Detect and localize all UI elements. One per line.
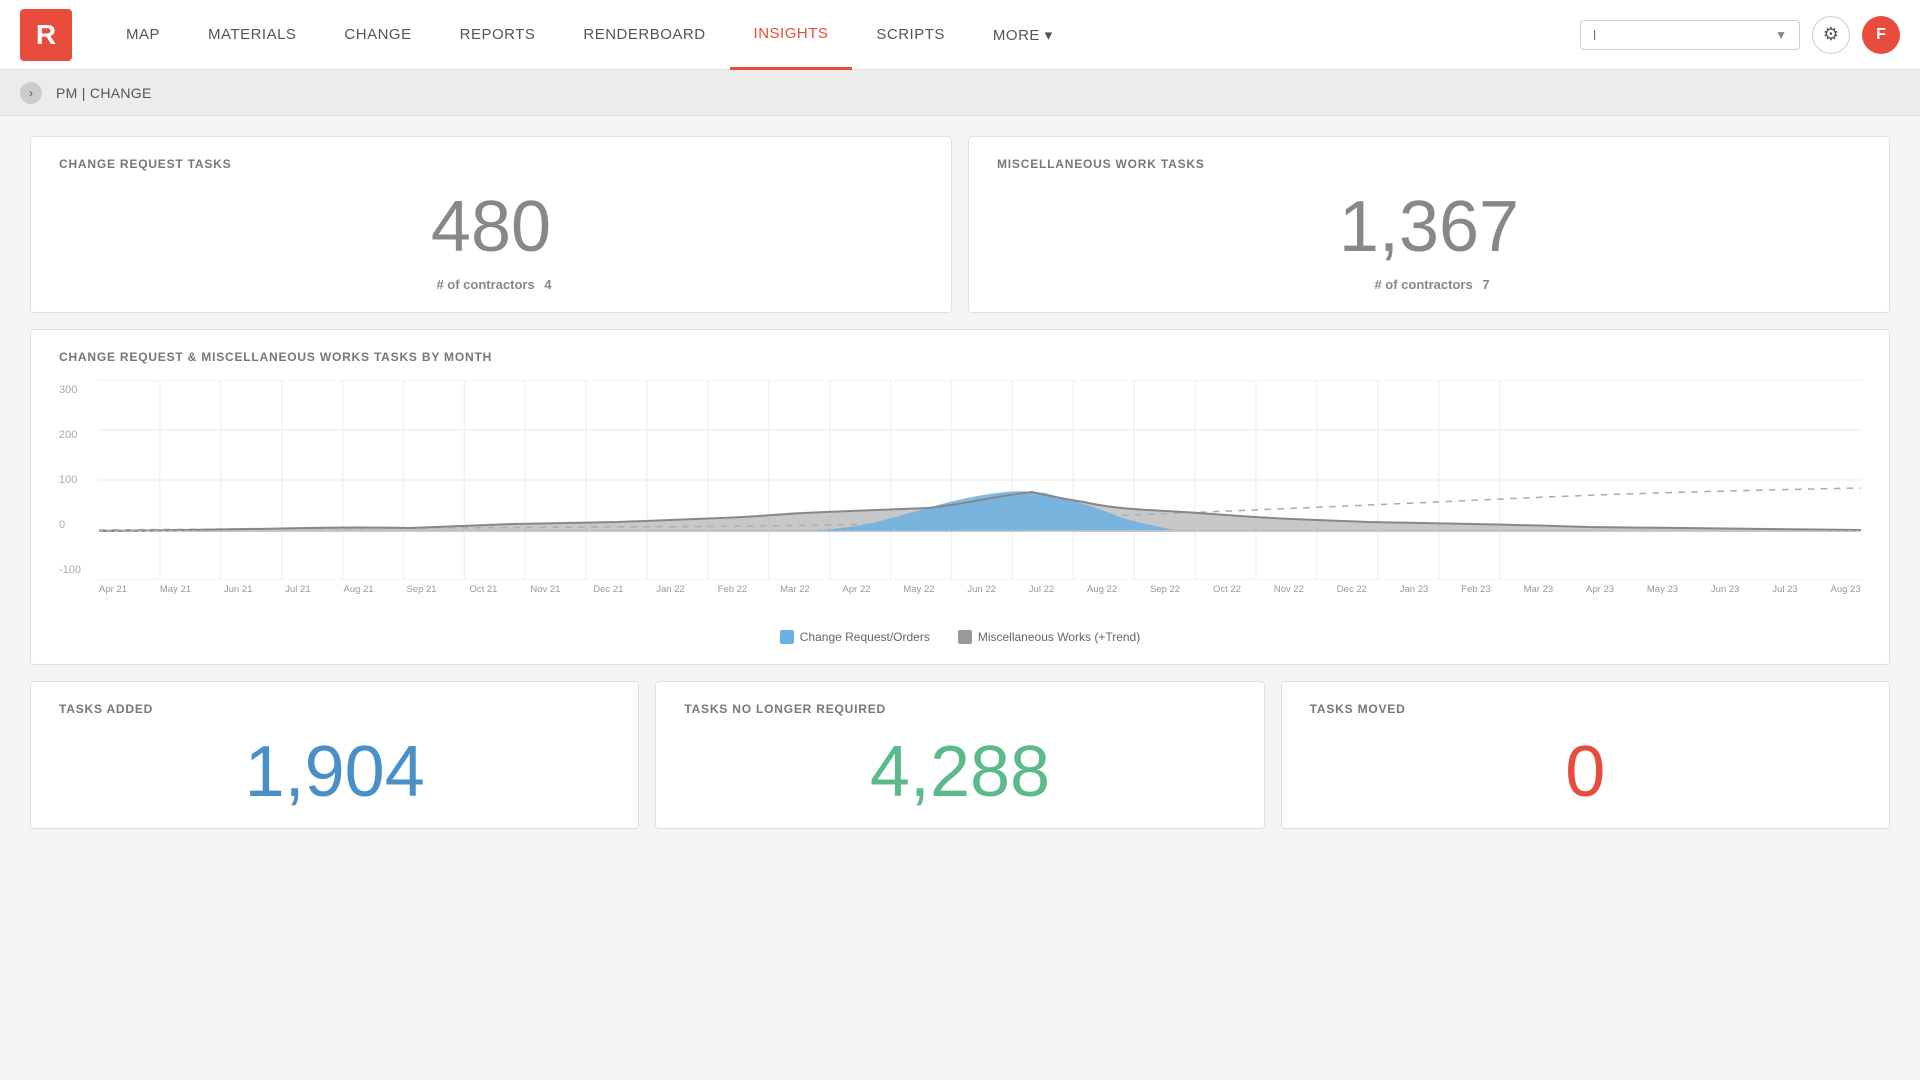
- y-label-100: 100: [59, 474, 99, 486]
- avatar[interactable]: F: [1862, 16, 1900, 54]
- misc-work-number: 1,367: [997, 191, 1861, 263]
- chart-card: CHANGE REQUEST & MISCELLANEOUS WORKS TAS…: [30, 329, 1890, 665]
- x-label-aug22: Aug 22: [1087, 584, 1117, 595]
- tasks-no-longer-title: TASKS NO LONGER REQUIRED: [684, 702, 1235, 716]
- x-label-feb23: Feb 23: [1461, 584, 1491, 595]
- x-label-may22: May 22: [903, 584, 934, 595]
- logo-letter: R: [36, 19, 56, 51]
- x-label-jan23: Jan 23: [1400, 584, 1429, 595]
- x-label-dec21: Dec 21: [593, 584, 623, 595]
- legend-misc-works: Miscellaneous Works (+Trend): [958, 630, 1140, 644]
- navigation: R MAP MATERIALS CHANGE REPORTS RENDERBOA…: [0, 0, 1920, 70]
- change-request-title: CHANGE REQUEST TASKS: [59, 157, 923, 171]
- breadcrumb-bar: › PM | CHANGE: [0, 70, 1920, 116]
- chart-title: CHANGE REQUEST & MISCELLANEOUS WORKS TAS…: [59, 350, 1861, 364]
- tasks-no-longer-number: 4,288: [684, 736, 1235, 808]
- x-label-may23: May 23: [1647, 584, 1678, 595]
- misc-work-sub: # of contractors 7: [997, 277, 1861, 292]
- misc-work-tasks-card: MISCELLANEOUS WORK TASKS 1,367 # of cont…: [968, 136, 1890, 313]
- tasks-added-card: TASKS ADDED 1,904: [30, 681, 639, 829]
- nav-more[interactable]: MORE ▾: [969, 0, 1077, 70]
- nav-renderboard[interactable]: RENDERBOARD: [559, 0, 729, 70]
- chart-legend: Change Request/Orders Miscellaneous Work…: [59, 630, 1861, 644]
- nav-items: MAP MATERIALS CHANGE REPORTS RENDERBOARD…: [102, 0, 1580, 70]
- x-label-dec22: Dec 22: [1337, 584, 1367, 595]
- legend-misc-works-label: Miscellaneous Works (+Trend): [978, 630, 1140, 644]
- x-label-mar23: Mar 23: [1524, 584, 1554, 595]
- x-label-jun23: Jun 23: [1711, 584, 1740, 595]
- nav-map[interactable]: MAP: [102, 0, 184, 70]
- x-label-nov21: Nov 21: [530, 584, 560, 595]
- x-label-nov22: Nov 22: [1274, 584, 1304, 595]
- search-box[interactable]: ▼: [1580, 20, 1800, 50]
- tasks-no-longer-card: TASKS NO LONGER REQUIRED 4,288: [655, 681, 1264, 829]
- x-label-oct21: Oct 21: [469, 584, 497, 595]
- nav-scripts[interactable]: SCRIPTS: [852, 0, 969, 70]
- y-label-0: 0: [59, 519, 99, 531]
- x-label-sep21: Sep 21: [406, 584, 436, 595]
- x-label-aug23: Aug 23: [1831, 584, 1861, 595]
- search-dropdown-icon[interactable]: ▼: [1775, 28, 1787, 42]
- legend-change-request-label: Change Request/Orders: [800, 630, 930, 644]
- y-label-neg100: -100: [59, 564, 99, 576]
- bottom-cards-row: TASKS ADDED 1,904 TASKS NO LONGER REQUIR…: [30, 681, 1890, 829]
- x-label-jul22: Jul 22: [1029, 584, 1054, 595]
- x-label-may21: May 21: [160, 584, 191, 595]
- tasks-moved-card: TASKS MOVED 0: [1281, 681, 1890, 829]
- x-label-apr21: Apr 21: [99, 584, 127, 595]
- chart-area: 300 200 100 0 -100: [59, 380, 1861, 620]
- change-request-tasks-card: CHANGE REQUEST TASKS 480 # of contractor…: [30, 136, 952, 313]
- logo[interactable]: R: [20, 9, 72, 61]
- tasks-moved-number: 0: [1310, 736, 1861, 808]
- x-label-aug21: Aug 21: [343, 584, 373, 595]
- change-request-sub: # of contractors 4: [59, 277, 923, 292]
- settings-icon[interactable]: ⚙: [1812, 16, 1850, 54]
- tasks-added-number: 1,904: [59, 736, 610, 808]
- y-label-200: 200: [59, 429, 99, 441]
- legend-gray-box: [958, 630, 972, 644]
- x-label-feb22: Feb 22: [718, 584, 748, 595]
- y-label-300: 300: [59, 384, 99, 396]
- x-label-sep22: Sep 22: [1150, 584, 1180, 595]
- x-label-mar22: Mar 22: [780, 584, 810, 595]
- x-label-apr23: Apr 23: [1586, 584, 1614, 595]
- x-label-jun21: Jun 21: [224, 584, 253, 595]
- nav-reports[interactable]: REPORTS: [436, 0, 560, 70]
- x-label-jul21: Jul 21: [285, 584, 310, 595]
- x-label-jun22: Jun 22: [967, 584, 996, 595]
- tasks-added-title: TASKS ADDED: [59, 702, 610, 716]
- nav-insights[interactable]: INSIGHTS: [730, 0, 853, 70]
- x-label-apr22: Apr 22: [843, 584, 871, 595]
- top-cards-row: CHANGE REQUEST TASKS 480 # of contractor…: [30, 136, 1890, 313]
- nav-right: ▼ ⚙ F: [1580, 16, 1900, 54]
- tasks-moved-title: TASKS MOVED: [1310, 702, 1861, 716]
- chart-svg: [99, 380, 1861, 580]
- legend-change-request: Change Request/Orders: [780, 630, 930, 644]
- nav-change[interactable]: CHANGE: [320, 0, 435, 70]
- search-input[interactable]: [1593, 27, 1767, 43]
- breadcrumb-text: PM | CHANGE: [56, 85, 152, 101]
- x-label-jul23: Jul 23: [1772, 584, 1797, 595]
- x-label-oct22: Oct 22: [1213, 584, 1241, 595]
- breadcrumb-toggle[interactable]: ›: [20, 82, 42, 104]
- change-request-number: 480: [59, 191, 923, 263]
- misc-work-title: MISCELLANEOUS WORK TASKS: [997, 157, 1861, 171]
- main-content: CHANGE REQUEST TASKS 480 # of contractor…: [0, 116, 1920, 849]
- nav-materials[interactable]: MATERIALS: [184, 0, 320, 70]
- x-label-jan22: Jan 22: [656, 584, 685, 595]
- legend-blue-box: [780, 630, 794, 644]
